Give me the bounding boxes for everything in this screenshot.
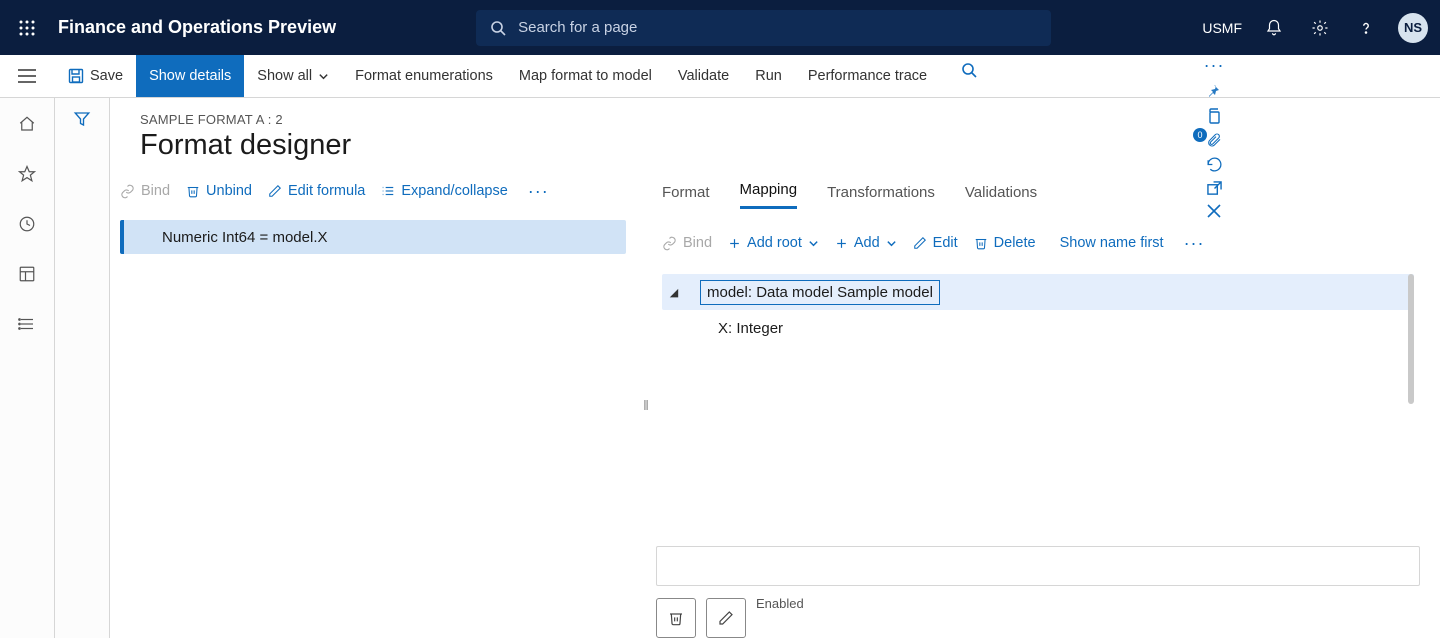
mapping-tree: ◢ model: Data model Sample model X: Inte… [662,274,1420,346]
command-bar: Save Show details Show all Format enumer… [0,55,1440,98]
format-tree-panel: Bind Unbind Edit formula Expand/collapse [110,172,640,638]
trash-icon [668,610,684,626]
show-name-first-button[interactable]: Show name first [1060,235,1164,251]
mapping-tree-root-text: model: Data model Sample model [700,280,940,305]
chevron-down-icon [318,71,329,82]
top-navbar: Finance and Operations Preview USMF NS [0,0,1440,55]
bell-icon[interactable] [1260,14,1288,42]
filter-rail [55,98,110,638]
add-root-button[interactable]: Add root [728,235,819,251]
save-button[interactable]: Save [55,55,136,97]
expand-collapse-button[interactable]: Expand/collapse [381,183,507,199]
app-launcher-icon[interactable] [12,13,42,43]
trash-icon [186,184,200,198]
workspace-icon[interactable] [13,260,41,288]
content-pane: SAMPLE FORMAT A : 2 Format designer Bind… [110,98,1440,638]
pencil-icon [268,184,282,198]
environment-label[interactable]: USMF [1202,20,1242,36]
save-label: Save [90,68,123,84]
plus-icon [728,237,741,250]
enabled-label: Enabled [756,596,804,611]
refresh-icon[interactable] [1199,156,1229,173]
home-icon[interactable] [13,110,41,138]
mapping-tabs: Format Mapping Transformations Validatio… [662,172,1420,210]
add-button[interactable]: Add [835,235,897,251]
show-all-button[interactable]: Show all [244,55,342,97]
bind-button-left: Bind [120,183,170,199]
show-details-button[interactable]: Show details [136,55,244,97]
gear-icon[interactable] [1306,14,1334,42]
edit-button[interactable]: Edit [913,235,958,251]
navigation-rail [0,98,55,638]
mapping-tree-child[interactable]: X: Integer [662,310,1420,346]
collapse-caret-icon[interactable]: ◢ [662,286,686,299]
link-icon [662,236,677,251]
cmd-overflow-icon[interactable]: ··· [1200,55,1229,76]
unbind-button[interactable]: Unbind [186,183,252,199]
help-icon[interactable] [1352,14,1380,42]
map-format-to-model-button[interactable]: Map format to model [506,55,665,97]
splitter-handle[interactable]: ‖ [640,172,652,638]
main-area: SAMPLE FORMAT A : 2 Format designer Bind… [0,98,1440,638]
tab-validations[interactable]: Validations [965,184,1037,209]
mapping-panel: Format Mapping Transformations Validatio… [652,172,1440,638]
tab-mapping[interactable]: Mapping [740,181,798,209]
left-overflow-icon[interactable]: ··· [524,181,553,202]
mapping-tree-child-text: X: Integer [712,317,789,340]
format-tree-row-text: Numeric Int64 = model.X [162,229,328,246]
attachments-icon[interactable]: 0 [1199,132,1229,148]
trash-icon [974,236,988,250]
mapping-tree-root[interactable]: ◢ model: Data model Sample model [662,274,1414,310]
chevron-down-icon [808,238,819,249]
cmd-search-icon[interactable] [954,55,984,85]
plus-icon [835,237,848,250]
tab-transformations[interactable]: Transformations [827,184,935,209]
modules-icon[interactable] [13,310,41,338]
details-edit-button[interactable] [706,598,746,638]
chevron-down-icon [886,238,897,249]
link-icon [120,184,135,199]
save-icon [68,68,84,84]
star-icon[interactable] [13,160,41,188]
user-avatar[interactable]: NS [1398,13,1428,43]
attachments-count: 0 [1193,128,1207,142]
right-overflow-icon[interactable]: ··· [1180,233,1209,254]
expression-field[interactable] [656,546,1420,586]
product-title: Finance and Operations Preview [58,17,336,38]
pencil-icon [913,236,927,250]
global-search-input[interactable] [516,18,1037,37]
details-panel: Enabled [652,546,1420,638]
details-delete-button[interactable] [656,598,696,638]
bind-button-right: Bind [662,235,712,251]
navpane-toggle-icon[interactable] [0,55,55,97]
pencil-icon [718,610,734,626]
delete-button[interactable]: Delete [974,235,1036,251]
edit-formula-button[interactable]: Edit formula [268,183,365,199]
search-icon [490,20,506,36]
pin-icon[interactable] [1199,84,1229,100]
validate-button[interactable]: Validate [665,55,742,97]
format-enumerations-button[interactable]: Format enumerations [342,55,506,97]
copy-icon[interactable] [1199,108,1229,124]
performance-trace-button[interactable]: Performance trace [795,55,940,97]
run-button[interactable]: Run [742,55,795,97]
tree-scrollbar[interactable] [1408,274,1414,404]
recent-icon[interactable] [13,210,41,238]
global-search[interactable] [476,10,1051,46]
filter-icon[interactable] [73,110,91,638]
tab-format[interactable]: Format [662,184,710,209]
list-icon [381,184,395,198]
format-tree-row[interactable]: Numeric Int64 = model.X [120,220,626,254]
